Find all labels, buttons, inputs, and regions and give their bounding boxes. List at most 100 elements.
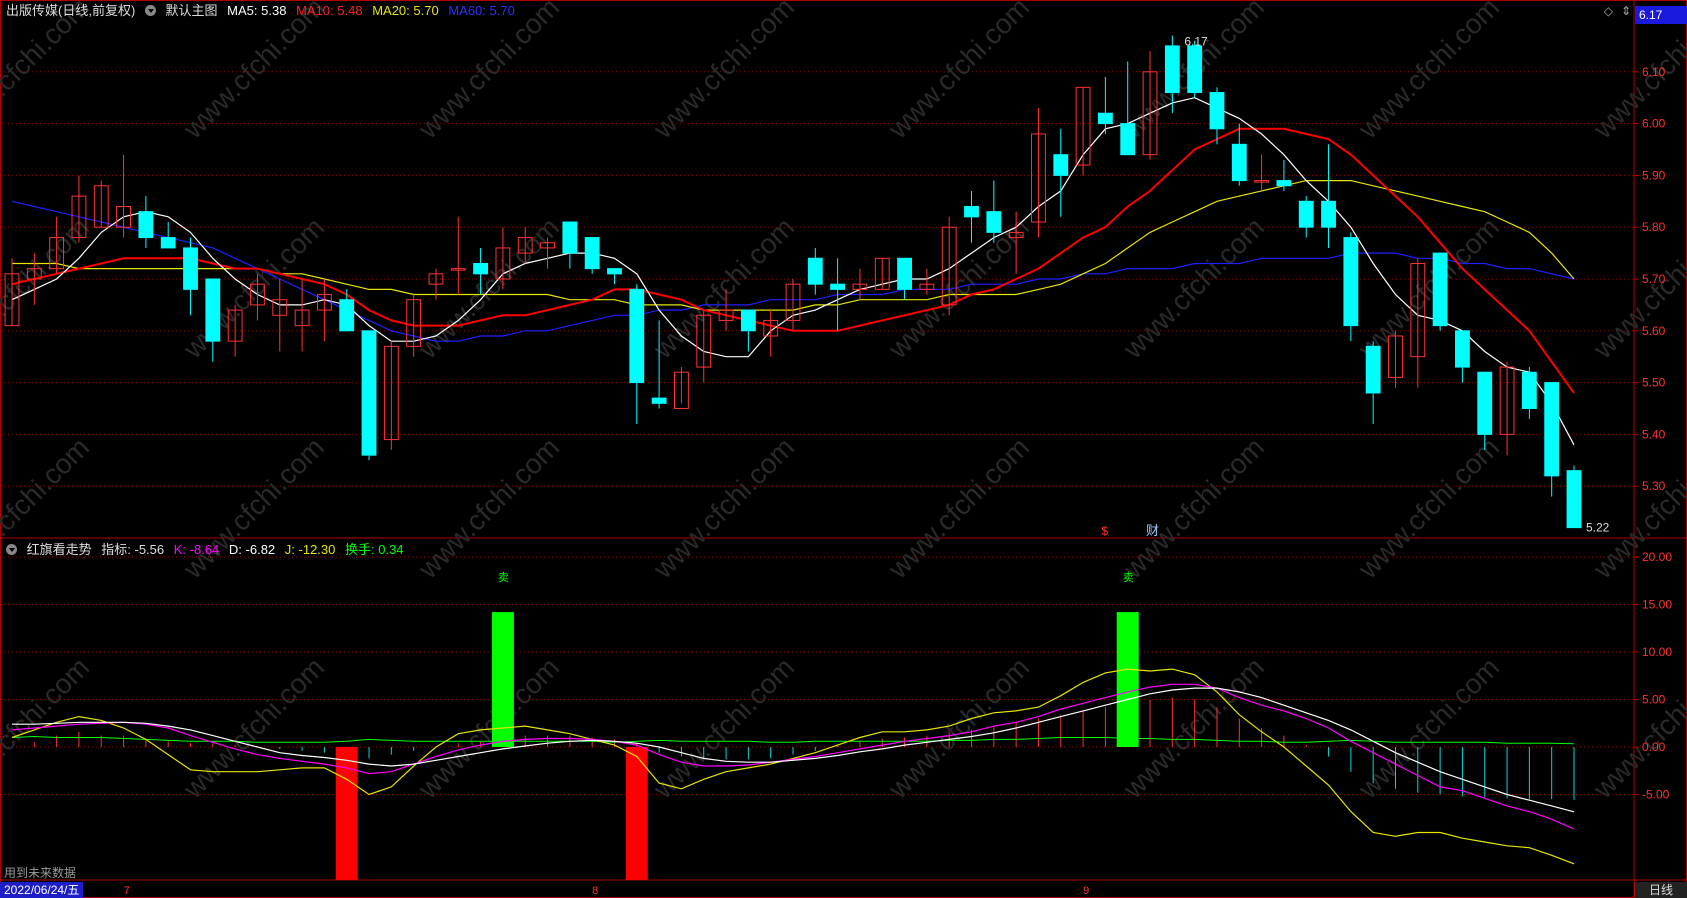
candle[interactable] xyxy=(339,299,355,332)
watermark-text: www.cfchi.com xyxy=(177,431,331,585)
candle[interactable] xyxy=(1365,345,1381,394)
indicator-tick-label: 0.00 xyxy=(1642,740,1666,754)
watermark-text: www.cfchi.com xyxy=(647,431,801,585)
candle[interactable] xyxy=(1321,200,1336,228)
finance-event-marker[interactable]: 财 xyxy=(1146,523,1159,538)
watermark-text: www.cfchi.com xyxy=(647,211,801,365)
indicator-tick-label: 10.00 xyxy=(1642,645,1672,659)
candle[interactable] xyxy=(562,221,578,254)
sell-signal-label: 卖 xyxy=(1123,571,1134,584)
watermark-text: www.cfchi.com xyxy=(882,651,1036,805)
candle[interactable] xyxy=(160,237,176,249)
low-price-label: 5.22 xyxy=(1586,521,1610,535)
watermark-text: www.cfchi.com xyxy=(412,211,566,365)
price-tick-label: 6.00 xyxy=(1642,117,1666,131)
candle[interactable] xyxy=(1053,154,1069,176)
buy-signal-bar[interactable] xyxy=(625,747,648,880)
watermark-text: www.cfchi.com xyxy=(1352,431,1506,585)
indicator-dropdown-icon[interactable] xyxy=(6,544,17,556)
candle[interactable] xyxy=(629,288,645,384)
candle[interactable] xyxy=(205,278,221,342)
price-tick-label: 5.80 xyxy=(1642,220,1666,234)
watermark-text: www.cfchi.com xyxy=(882,431,1036,585)
candle[interactable] xyxy=(1097,112,1113,125)
candle[interactable] xyxy=(1521,371,1537,409)
candle[interactable] xyxy=(1187,45,1203,94)
ma5-value: MA5: 5.38 xyxy=(227,3,287,18)
candle[interactable] xyxy=(1566,470,1582,529)
period-button[interactable]: 日线 xyxy=(1634,882,1687,898)
candle[interactable] xyxy=(651,397,667,404)
stock-chart[interactable]: www.cfchi.com www.cfchi.com www.cfchi.com w… xyxy=(0,0,1687,898)
watermark-text: www.cfchi.com xyxy=(1117,211,1271,365)
k-value: K: -8.64 xyxy=(173,542,220,557)
price-tick-label: 5.50 xyxy=(1642,376,1666,390)
watermark-text: www.cfchi.com xyxy=(647,651,801,805)
turnover-value: 换手: 0.34 xyxy=(345,542,404,557)
ma10-value: MA10: 5.48 xyxy=(296,3,363,18)
watermark-text: www.cfchi.com xyxy=(1117,431,1271,585)
watermark-text: www.cfchi.com xyxy=(0,431,95,585)
price-tick-label: 5.70 xyxy=(1642,272,1666,286)
candle[interactable] xyxy=(1455,330,1470,368)
candle[interactable] xyxy=(473,262,489,275)
sell-signal-label: 卖 xyxy=(498,571,509,584)
stock-title[interactable]: 出版传媒(日线,前复权) xyxy=(6,3,135,18)
template-label[interactable]: 默认主图 xyxy=(166,3,218,18)
candle[interactable] xyxy=(740,309,756,332)
candle[interactable] xyxy=(1231,143,1247,182)
price-tick-label: 5.40 xyxy=(1642,427,1666,441)
diamond-icon[interactable]: ◇ xyxy=(1604,4,1613,18)
month-label-9: 9 xyxy=(1083,885,1089,897)
indicator-name[interactable]: 红旗看走势 xyxy=(27,542,92,557)
candle[interactable] xyxy=(1120,123,1136,156)
watermark-text: www.cfchi.com xyxy=(1587,651,1687,805)
candle[interactable] xyxy=(607,268,622,275)
candle[interactable] xyxy=(1276,180,1292,187)
watermark-text: www.cfchi.com xyxy=(0,651,95,805)
resize-icon[interactable]: ⇕ xyxy=(1621,4,1631,18)
ma5-line xyxy=(11,97,1575,446)
indicator-tick-label: 15.00 xyxy=(1642,598,1672,612)
watermark-text: www.cfchi.com xyxy=(0,211,95,365)
candle[interactable] xyxy=(986,211,1002,233)
candle[interactable] xyxy=(1544,382,1560,477)
watermark-text: www.cfchi.com xyxy=(412,651,566,805)
watermark-text: www.cfchi.com xyxy=(177,211,331,365)
dividend-event-marker[interactable]: $ xyxy=(1101,524,1108,538)
candle[interactable] xyxy=(830,283,846,290)
date-indicator[interactable]: 2022/06/24/五 xyxy=(0,882,84,898)
candle[interactable] xyxy=(1343,237,1359,327)
candle[interactable] xyxy=(361,330,377,456)
price-tick-label: 5.90 xyxy=(1642,168,1666,182)
watermark-text: www.cfchi.com xyxy=(1352,651,1506,805)
d-value: D: -6.82 xyxy=(228,542,276,557)
current-price-tag: 6.17 xyxy=(1635,6,1687,24)
candle[interactable] xyxy=(183,247,198,290)
indicator-tick-label: 20.00 xyxy=(1642,550,1672,564)
indicator-tick-label: -5.00 xyxy=(1642,788,1670,802)
candle[interactable] xyxy=(138,211,154,239)
watermark-text: www.cfchi.com xyxy=(1587,211,1687,365)
sell-signal-bar[interactable] xyxy=(1116,612,1139,747)
candle[interactable] xyxy=(897,257,912,290)
j-value: J: -12.30 xyxy=(284,542,336,557)
month-label-8: 8 xyxy=(592,885,598,897)
ma20-value: MA20: 5.70 xyxy=(372,3,439,18)
candle[interactable] xyxy=(807,257,823,285)
candle[interactable] xyxy=(1209,92,1225,130)
candle[interactable] xyxy=(1477,371,1493,435)
candle[interactable] xyxy=(1164,45,1180,94)
grid-lines xyxy=(0,0,1687,898)
candle[interactable] xyxy=(1298,200,1314,228)
ma10-line xyxy=(11,127,1575,394)
price-axes: 6.10 6.00 5.90 5.80 5.70 5.60 5.50 5.40 5.30 20.0… xyxy=(1634,65,1672,802)
month-label-7: 7 xyxy=(124,885,130,897)
high-price-label: 6.17 xyxy=(1184,35,1208,49)
template-dropdown-icon[interactable] xyxy=(144,5,156,17)
watermark-text: www.cfchi.com xyxy=(412,431,566,585)
candle[interactable] xyxy=(964,205,979,218)
candle[interactable] xyxy=(1432,252,1448,327)
candle[interactable] xyxy=(584,237,600,270)
watermarks: www.cfchi.com www.cfchi.com www.cfchi.com w… xyxy=(0,0,1687,805)
